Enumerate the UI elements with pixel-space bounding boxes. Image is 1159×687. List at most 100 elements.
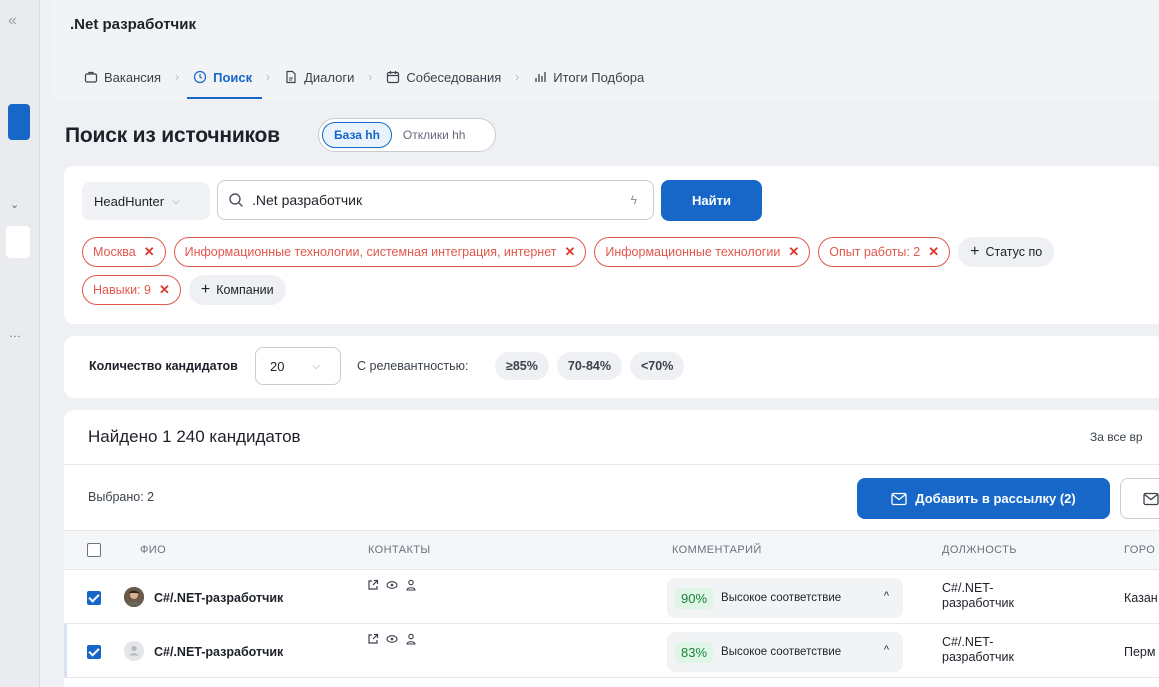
count-value: 20 xyxy=(270,358,285,374)
chip-row: Навыки: 9 ✕ + Компании xyxy=(82,275,1159,305)
relevance-low[interactable]: <70% xyxy=(629,352,685,380)
contact-icons xyxy=(367,579,417,591)
period-filter[interactable]: За все вр xyxy=(1090,430,1143,444)
close-icon[interactable]: ✕ xyxy=(928,244,939,260)
count-dropdown[interactable]: 20 ⌵ xyxy=(255,347,341,385)
plus-icon: + xyxy=(200,281,211,298)
divider xyxy=(64,464,1159,465)
match-percent: 83% xyxy=(675,641,714,663)
table-row[interactable]: C#/.NET-разработчик 90% Высокое соответс… xyxy=(64,570,1159,624)
column-contacts[interactable]: КОНТАКТЫ xyxy=(368,544,431,556)
tab-interviews[interactable]: Собеседования xyxy=(386,66,501,88)
candidate-name[interactable]: C#/.NET-разработчик xyxy=(154,645,283,659)
close-icon[interactable]: ✕ xyxy=(159,282,170,298)
selected-count: Выбрано: 2 xyxy=(88,490,155,504)
count-label: Количество кандидатов xyxy=(89,359,238,373)
column-name[interactable]: ФИО xyxy=(140,544,166,556)
chevron-right-icon: › xyxy=(175,70,180,84)
briefcase-icon xyxy=(84,71,98,83)
add-status-button[interactable]: + Статус по xyxy=(958,237,1055,267)
eye-icon[interactable] xyxy=(386,633,398,645)
mail-icon xyxy=(1143,492,1159,505)
table-row[interactable]: C#/.NET-разработчик 83% Высокое соответс… xyxy=(64,624,1159,678)
toggle-hh-responses[interactable]: Отклики hh xyxy=(392,122,477,148)
count-card: Количество кандидатов 20 ⌵ С релевантнос… xyxy=(64,336,1159,398)
external-link-icon[interactable] xyxy=(367,633,379,645)
chevron-right-icon: › xyxy=(266,70,271,84)
external-link-icon[interactable] xyxy=(367,579,379,591)
tab-label: Собеседования xyxy=(406,69,502,85)
lightning-icon[interactable]: ϟ xyxy=(631,193,637,207)
chip-row: Москва ✕ Информационные технологии, систе… xyxy=(82,237,1159,267)
more-icon[interactable]: … xyxy=(9,326,21,340)
tab-label: Вакансия xyxy=(104,69,162,85)
tab-dialogs[interactable]: Диалоги xyxy=(284,66,354,88)
mail-secondary-button[interactable] xyxy=(1120,478,1159,519)
table-header: ФИО КОНТАКТЫ КОММЕНТАРИЙ ДОЛЖНОСТЬ ГОРО xyxy=(64,530,1159,570)
main-area: .Net разработчик Вакансия › Поиск › Диал… xyxy=(52,0,1159,687)
candidate-name[interactable]: C#/.NET-разработчик xyxy=(154,591,283,605)
rail-field[interactable] xyxy=(6,226,30,258)
search-input[interactable]: .Net разработчик ϟ xyxy=(217,180,654,220)
filter-chips: Москва ✕ Информационные технологии, систе… xyxy=(82,237,1159,313)
candidate-city: Казан xyxy=(1124,591,1158,605)
chevron-right-icon: › xyxy=(515,70,520,84)
row-checkbox[interactable] xyxy=(87,645,101,659)
active-nav-indicator[interactable] xyxy=(8,104,30,140)
relevance-label: С релевантностью: xyxy=(357,359,469,373)
tab-results[interactable]: Итоги Подбора xyxy=(533,66,644,88)
page-title: Поиск из источников xyxy=(65,124,280,147)
chip-label: Москва xyxy=(93,245,136,259)
column-city[interactable]: ГОРО xyxy=(1124,544,1155,556)
search-query: .Net разработчик xyxy=(252,192,363,208)
chevron-down-icon[interactable]: ⌄ xyxy=(10,198,19,211)
avatar xyxy=(124,641,144,661)
column-comment[interactable]: КОММЕНТАРИЙ xyxy=(672,544,762,556)
select-all-checkbox[interactable] xyxy=(87,543,101,557)
filter-chip-skills[interactable]: Навыки: 9 ✕ xyxy=(82,275,181,305)
stage-tabs: Вакансия › Поиск › Диалоги › Собеседован… xyxy=(84,66,644,99)
close-icon[interactable]: ✕ xyxy=(144,244,155,260)
match-comment[interactable]: 83% Высокое соответствие ^ xyxy=(667,632,903,672)
relevance-high[interactable]: ≥85% xyxy=(495,352,549,380)
close-icon[interactable]: ✕ xyxy=(564,244,575,260)
match-comment[interactable]: 90% Высокое соответствие ^ xyxy=(667,578,903,618)
chevron-up-icon[interactable]: ^ xyxy=(884,644,889,656)
filter-chip-city[interactable]: Москва ✕ xyxy=(82,237,166,267)
row-checkbox[interactable] xyxy=(87,591,101,605)
chip-label: Информационные технологии xyxy=(605,245,781,259)
eye-icon[interactable] xyxy=(386,579,398,591)
source-toggle: База hh Отклики hh xyxy=(318,118,496,152)
tab-vacancy[interactable]: Вакансия xyxy=(84,66,161,88)
contact-icons xyxy=(367,633,417,645)
filter-chip-experience[interactable]: Опыт работы: 2 ✕ xyxy=(818,237,951,267)
tab-label: Диалоги xyxy=(304,69,355,85)
add-to-mailing-button[interactable]: Добавить в рассылку (2) xyxy=(857,478,1110,519)
close-icon[interactable]: ✕ xyxy=(788,244,799,260)
relevance-filters: ≥85% 70-84% <70% xyxy=(495,352,685,380)
filter-chip-sphere[interactable]: Информационные технологии ✕ xyxy=(594,237,811,267)
column-position[interactable]: ДОЛЖНОСТЬ xyxy=(942,544,1017,556)
filter-chip-industry[interactable]: Информационные технологии, системная инт… xyxy=(173,237,587,267)
chevron-right-icon: › xyxy=(368,70,373,84)
find-button[interactable]: Найти xyxy=(661,180,762,221)
candidate-position: C#/.NET-разработчик xyxy=(942,581,1014,610)
user-icon[interactable] xyxy=(405,579,417,591)
chevron-down-icon: ⌵ xyxy=(312,360,321,372)
candidate-city: Перм xyxy=(1124,645,1156,659)
document-icon xyxy=(286,70,296,84)
vacancy-title: .Net разработчик xyxy=(70,16,196,33)
add-companies-label: Компании xyxy=(216,283,274,297)
tab-search[interactable]: Поиск xyxy=(187,66,263,99)
top-bar: .Net разработчик Вакансия › Поиск › Диал… xyxy=(52,0,1159,100)
relevance-mid[interactable]: 70-84% xyxy=(556,352,622,380)
side-rail: « ⌄ … xyxy=(0,0,40,687)
chevron-up-icon[interactable]: ^ xyxy=(884,590,889,602)
toggle-hh-base[interactable]: База hh xyxy=(322,122,392,148)
source-dropdown[interactable]: HeadHunter ⌵ xyxy=(82,182,210,220)
add-companies-button[interactable]: + Компании xyxy=(188,275,286,305)
source-value: HeadHunter xyxy=(94,193,165,209)
collapse-sidebar-icon[interactable]: « xyxy=(8,12,17,30)
user-icon[interactable] xyxy=(405,633,417,645)
plus-icon: + xyxy=(970,243,980,260)
